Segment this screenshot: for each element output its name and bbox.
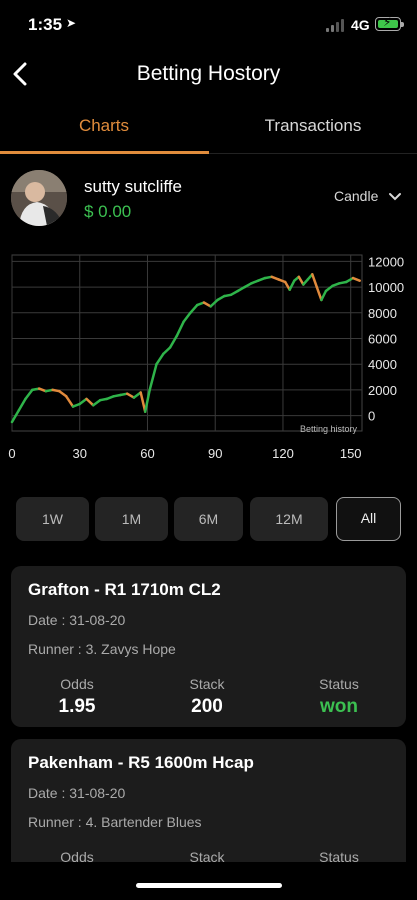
odds-value: 1.95 (58, 696, 96, 717)
series-segment (315, 285, 323, 302)
odds-label: Odds (60, 676, 94, 692)
y-tick-label: 8000 (368, 306, 397, 321)
series-segment (288, 279, 296, 291)
page-title: Betting Hostory (136, 62, 281, 85)
y-tick-label: 2000 (368, 383, 397, 398)
network-type: 4G (351, 17, 370, 33)
range-button-12m[interactable]: 12M (250, 497, 328, 541)
y-tick-label: 0 (368, 409, 375, 424)
range-button-6m[interactable]: 6M (174, 497, 243, 541)
range-button-all[interactable]: All (336, 497, 401, 541)
x-tick-label: 0 (8, 446, 15, 461)
y-tick-label: 12000 (368, 254, 404, 269)
tab-transactions[interactable]: Transactions (209, 104, 417, 154)
betting-history-chart[interactable]: 12000 10000 8000 6000 4000 2000 0 0 30 60 90 120 150… (0, 248, 417, 468)
range-selector: 1W 1M 6M 12M All (0, 497, 417, 541)
series-segment (189, 303, 199, 315)
series-segment (162, 346, 172, 356)
battery-nub (401, 22, 404, 27)
series-segment (351, 276, 361, 282)
range-button-1w[interactable]: 1W (16, 497, 89, 541)
bet-runner: Runner : 4. Bartender Blues (28, 814, 202, 830)
avatar (11, 170, 67, 226)
series-segment (10, 409, 21, 424)
series-segment (148, 362, 158, 392)
bet-title: Pakenham - R5 1600m Hcap (28, 753, 254, 772)
status-time: 1:35 (28, 15, 63, 34)
series-segment (320, 289, 328, 302)
user-name: sutty sutcliffe (84, 177, 182, 196)
x-tick-label: 30 (73, 446, 87, 461)
plot-frame (11, 254, 363, 432)
active-tab-indicator (0, 151, 209, 154)
series-segment (155, 352, 165, 366)
series-segment (297, 275, 305, 286)
range-button-1m[interactable]: 1M (95, 497, 168, 541)
x-tick-label: 90 (208, 446, 222, 461)
bet-date: Date : 31-08-20 (28, 785, 126, 801)
bet-date: Date : 31-08-20 (28, 612, 126, 628)
battery-icon: ⚡ (375, 15, 401, 31)
series-segment (182, 311, 192, 324)
status-value: won (320, 696, 358, 717)
header: Betting Hostory (0, 48, 417, 100)
bet-title: Grafton - R1 1710m CL2 (28, 580, 221, 599)
series-segment (209, 298, 219, 308)
chart-svg: 12000 10000 8000 6000 4000 2000 0 0 30 60 90 120 150… (8, 254, 404, 461)
home-indicator[interactable] (136, 883, 282, 888)
series-segment (17, 397, 27, 412)
series-segment (311, 273, 319, 289)
series-segment (175, 320, 185, 338)
chart-watermark: Betting history (300, 424, 358, 434)
x-tick-label: 150 (340, 446, 362, 461)
chevron-down-icon[interactable] (388, 192, 402, 202)
tab-bar: Charts Transactions (0, 104, 417, 154)
tab-charts[interactable]: Charts (0, 104, 208, 154)
bottom-safe-area (0, 862, 417, 900)
series-segment (85, 397, 95, 407)
y-tick-label: 6000 (368, 332, 397, 347)
series-segment (58, 389, 68, 398)
series-segment (78, 397, 88, 406)
status-label: Status (319, 676, 359, 692)
x-tick-label: 120 (272, 446, 294, 461)
y-tick-label: 10000 (368, 280, 404, 295)
location-arrow-icon: ➤ (66, 16, 77, 30)
series-segment (92, 398, 102, 407)
signal-strength-icon (326, 18, 348, 32)
stack-label: Stack (189, 676, 225, 692)
status-bar: 1:35 ➤ 4G ⚡ (0, 0, 417, 48)
bet-runner: Runner : 3. Zavys Hope (28, 641, 176, 657)
series-segment (64, 395, 75, 408)
bet-card[interactable]: Grafton - R1 1710m CL2 Date : 31-08-20 R… (11, 566, 406, 727)
series-segment (24, 388, 34, 401)
series-segment (324, 284, 334, 293)
series-segment (168, 334, 179, 349)
account-balance: $ 0.00 (84, 202, 132, 221)
x-tick-label: 60 (140, 446, 154, 461)
y-tick-label: 4000 (368, 357, 397, 372)
chart-type-dropdown[interactable]: Candle (334, 188, 378, 208)
profile-section: sutty sutcliffe $ 0.00 Candle (0, 168, 417, 230)
stack-value: 200 (191, 696, 223, 717)
